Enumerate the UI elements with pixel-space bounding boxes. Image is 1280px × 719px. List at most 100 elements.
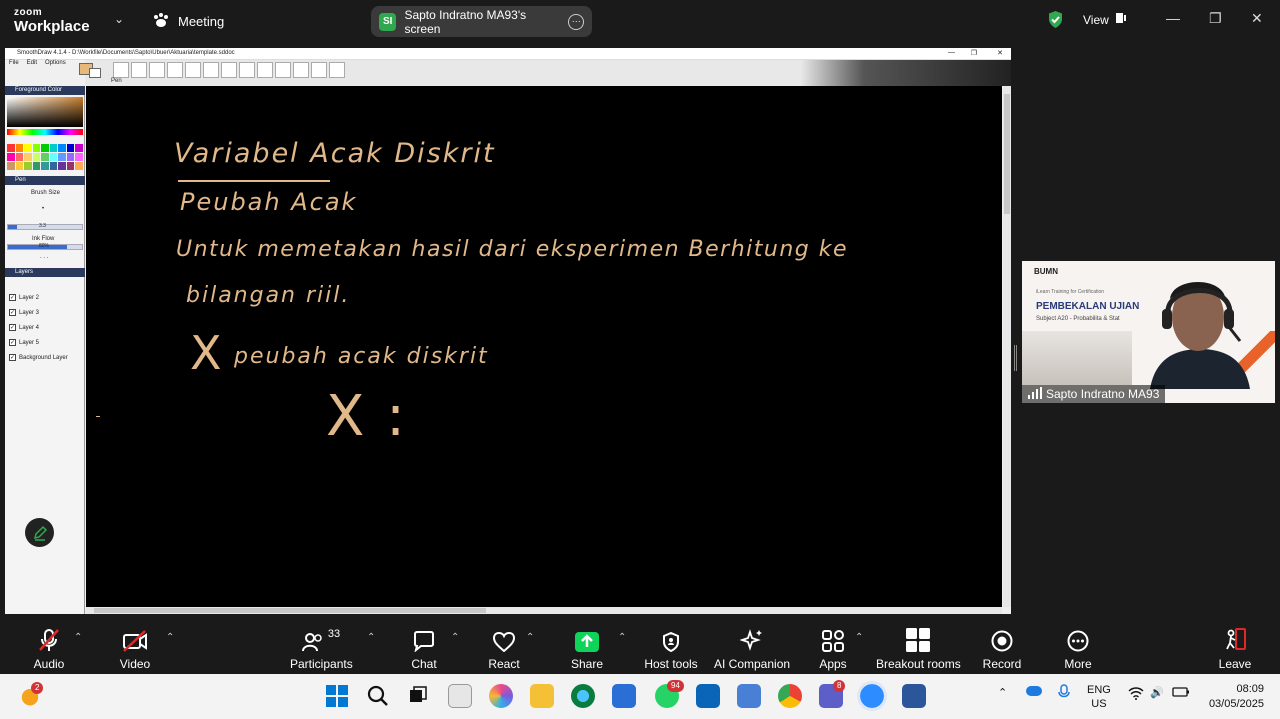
participants-button[interactable]: 33 Participants	[290, 628, 353, 671]
video-caret-icon[interactable]: ⌃	[166, 632, 174, 643]
fill-tool-icon[interactable]	[311, 62, 327, 78]
host-tools-button[interactable]: Host tools	[644, 628, 698, 671]
sd-close-icon[interactable]: ✕	[997, 49, 1003, 57]
ai-companion-button[interactable]: AI Companion	[714, 628, 790, 671]
react-caret-icon[interactable]: ⌃	[526, 632, 534, 643]
checkbox-icon[interactable]: ✓	[9, 324, 16, 331]
edge-browser-icon[interactable]	[571, 684, 595, 708]
leave-button[interactable]: Leave	[1216, 628, 1254, 671]
chevron-down-icon[interactable]: ⌄	[114, 12, 124, 26]
bg-color-swatch[interactable]	[89, 68, 101, 78]
file-explorer-icon[interactable]	[530, 684, 554, 708]
chrome-icon[interactable]	[778, 684, 802, 708]
chalk-tool-icon[interactable]	[221, 62, 237, 78]
menu-options[interactable]: Options	[45, 60, 66, 69]
word-icon[interactable]	[902, 684, 926, 708]
shield-icon	[644, 628, 698, 652]
pen-tool-icon[interactable]	[113, 62, 129, 78]
microphone-tray-icon[interactable]	[1058, 684, 1070, 703]
chat-button[interactable]: Chat	[404, 628, 444, 671]
clock[interactable]: 08:09 03/05/2025	[1200, 682, 1264, 712]
menu-file[interactable]: File	[9, 60, 19, 69]
search-icon[interactable]	[366, 684, 390, 708]
ink-flow-fill	[8, 245, 68, 249]
restore-icon[interactable]: ❐	[1209, 10, 1222, 27]
tray-chevron-icon[interactable]: ⌃	[998, 686, 1007, 699]
layer-name: Layer 5	[19, 339, 40, 346]
canvas-horizontal-scrollbar[interactable]	[86, 607, 1002, 614]
smudge-tool-icon[interactable]	[257, 62, 273, 78]
windows-start-icon[interactable]	[325, 684, 349, 708]
more-button[interactable]: More	[1060, 628, 1096, 671]
meeting-menu[interactable]: Meeting	[152, 12, 224, 31]
sd-restore-icon[interactable]: ❐	[971, 49, 977, 57]
slide-building-graphic	[1022, 331, 1132, 385]
eraser-tool-icon[interactable]	[275, 62, 291, 78]
zoom-logo-top: zoom	[14, 7, 43, 18]
breakout-rooms-button[interactable]: Breakout rooms	[876, 628, 961, 671]
onedrive-icon[interactable]	[1026, 686, 1042, 696]
checkbox-icon[interactable]: ✓	[9, 294, 16, 301]
language-indicator[interactable]: ENG US	[1087, 683, 1111, 711]
canvas-vertical-scrollbar[interactable]	[1003, 86, 1011, 607]
layer-row[interactable]: ✓ Layer 3	[9, 309, 39, 316]
airbrush-tool-icon[interactable]	[185, 62, 201, 78]
marker-tool-icon[interactable]	[167, 62, 183, 78]
chat-caret-icon[interactable]: ⌃	[451, 632, 459, 643]
view-button[interactable]: View	[1083, 12, 1127, 27]
checkbox-icon[interactable]: ✓	[9, 354, 16, 361]
ellipsis-icon[interactable]: . . .	[40, 254, 48, 260]
brush-tool-icon[interactable]	[131, 62, 147, 78]
pencil-tool-icon[interactable]	[149, 62, 165, 78]
zoom-taskbar-icon[interactable]	[857, 681, 887, 711]
drawing-canvas[interactable]: Variabel Acak Diskrit Peubah Acak Untuk …	[86, 86, 1002, 607]
apps-caret-icon[interactable]: ⌃	[855, 632, 863, 643]
hscroll-thumb[interactable]	[94, 608, 486, 613]
video-button[interactable]: Video	[112, 628, 158, 671]
shield-check-icon[interactable]	[1047, 10, 1064, 34]
layer-row[interactable]: ✓ Layer 4	[9, 324, 39, 331]
layer-row[interactable]: ✓ Layer 2	[9, 294, 39, 301]
vscroll-thumb[interactable]	[1004, 94, 1010, 214]
audio-button[interactable]: Audio	[26, 628, 72, 671]
wifi-icon[interactable]	[1128, 687, 1144, 703]
outlook-icon[interactable]	[696, 684, 720, 708]
shared-screen[interactable]: SmoothDraw 4.1.4 - D:\Workfile\Documents…	[5, 48, 1011, 614]
record-button[interactable]: Record	[982, 628, 1022, 671]
hue-slider[interactable]	[7, 129, 83, 135]
teams-badge: 8	[833, 680, 846, 692]
store-icon[interactable]	[612, 684, 636, 708]
elo-app-icon[interactable]	[448, 684, 472, 708]
color-swatches[interactable]	[7, 144, 83, 170]
menu-edit[interactable]: Edit	[27, 60, 37, 69]
crayon-tool-icon[interactable]	[203, 62, 219, 78]
notepad-icon[interactable]	[737, 684, 761, 708]
more-dots-icon	[1060, 628, 1096, 652]
battery-icon[interactable]	[1172, 686, 1190, 701]
copilot-icon[interactable]	[489, 684, 513, 708]
audio-caret-icon[interactable]: ⌃	[74, 632, 82, 643]
participants-caret-icon[interactable]: ⌃	[367, 632, 375, 643]
sd-minimize-icon[interactable]: —	[948, 49, 955, 56]
annotate-pencil-icon[interactable]	[25, 518, 54, 547]
react-button[interactable]: React	[483, 628, 525, 671]
ink-tool-icon[interactable]	[239, 62, 255, 78]
task-view-icon[interactable]	[406, 684, 430, 708]
checkbox-icon[interactable]: ✓	[9, 339, 16, 346]
panel-splitter-handle[interactable]	[1014, 345, 1017, 371]
color-picker-gradient[interactable]	[7, 97, 83, 127]
minimize-icon[interactable]: —	[1166, 10, 1180, 26]
close-icon[interactable]: ✕	[1251, 10, 1263, 27]
select-tool-icon[interactable]	[329, 62, 345, 78]
more-options-icon[interactable]: ···	[568, 13, 584, 30]
share-button[interactable]: Share	[566, 628, 608, 671]
share-indicator-pill[interactable]: SI Sapto Indratno MA93's screen ···	[371, 6, 592, 37]
participant-video[interactable]: BUMN iLearn Training for Certification P…	[1022, 261, 1275, 403]
apps-button[interactable]: Apps	[816, 628, 850, 671]
blur-tool-icon[interactable]	[293, 62, 309, 78]
checkbox-icon[interactable]: ✓	[9, 309, 16, 316]
layer-row[interactable]: ✓ Layer 5	[9, 339, 39, 346]
share-caret-icon[interactable]: ⌃	[618, 632, 626, 643]
layer-row[interactable]: ✓ Background Layer	[9, 354, 68, 361]
volume-icon[interactable]: 🔊	[1150, 686, 1164, 699]
